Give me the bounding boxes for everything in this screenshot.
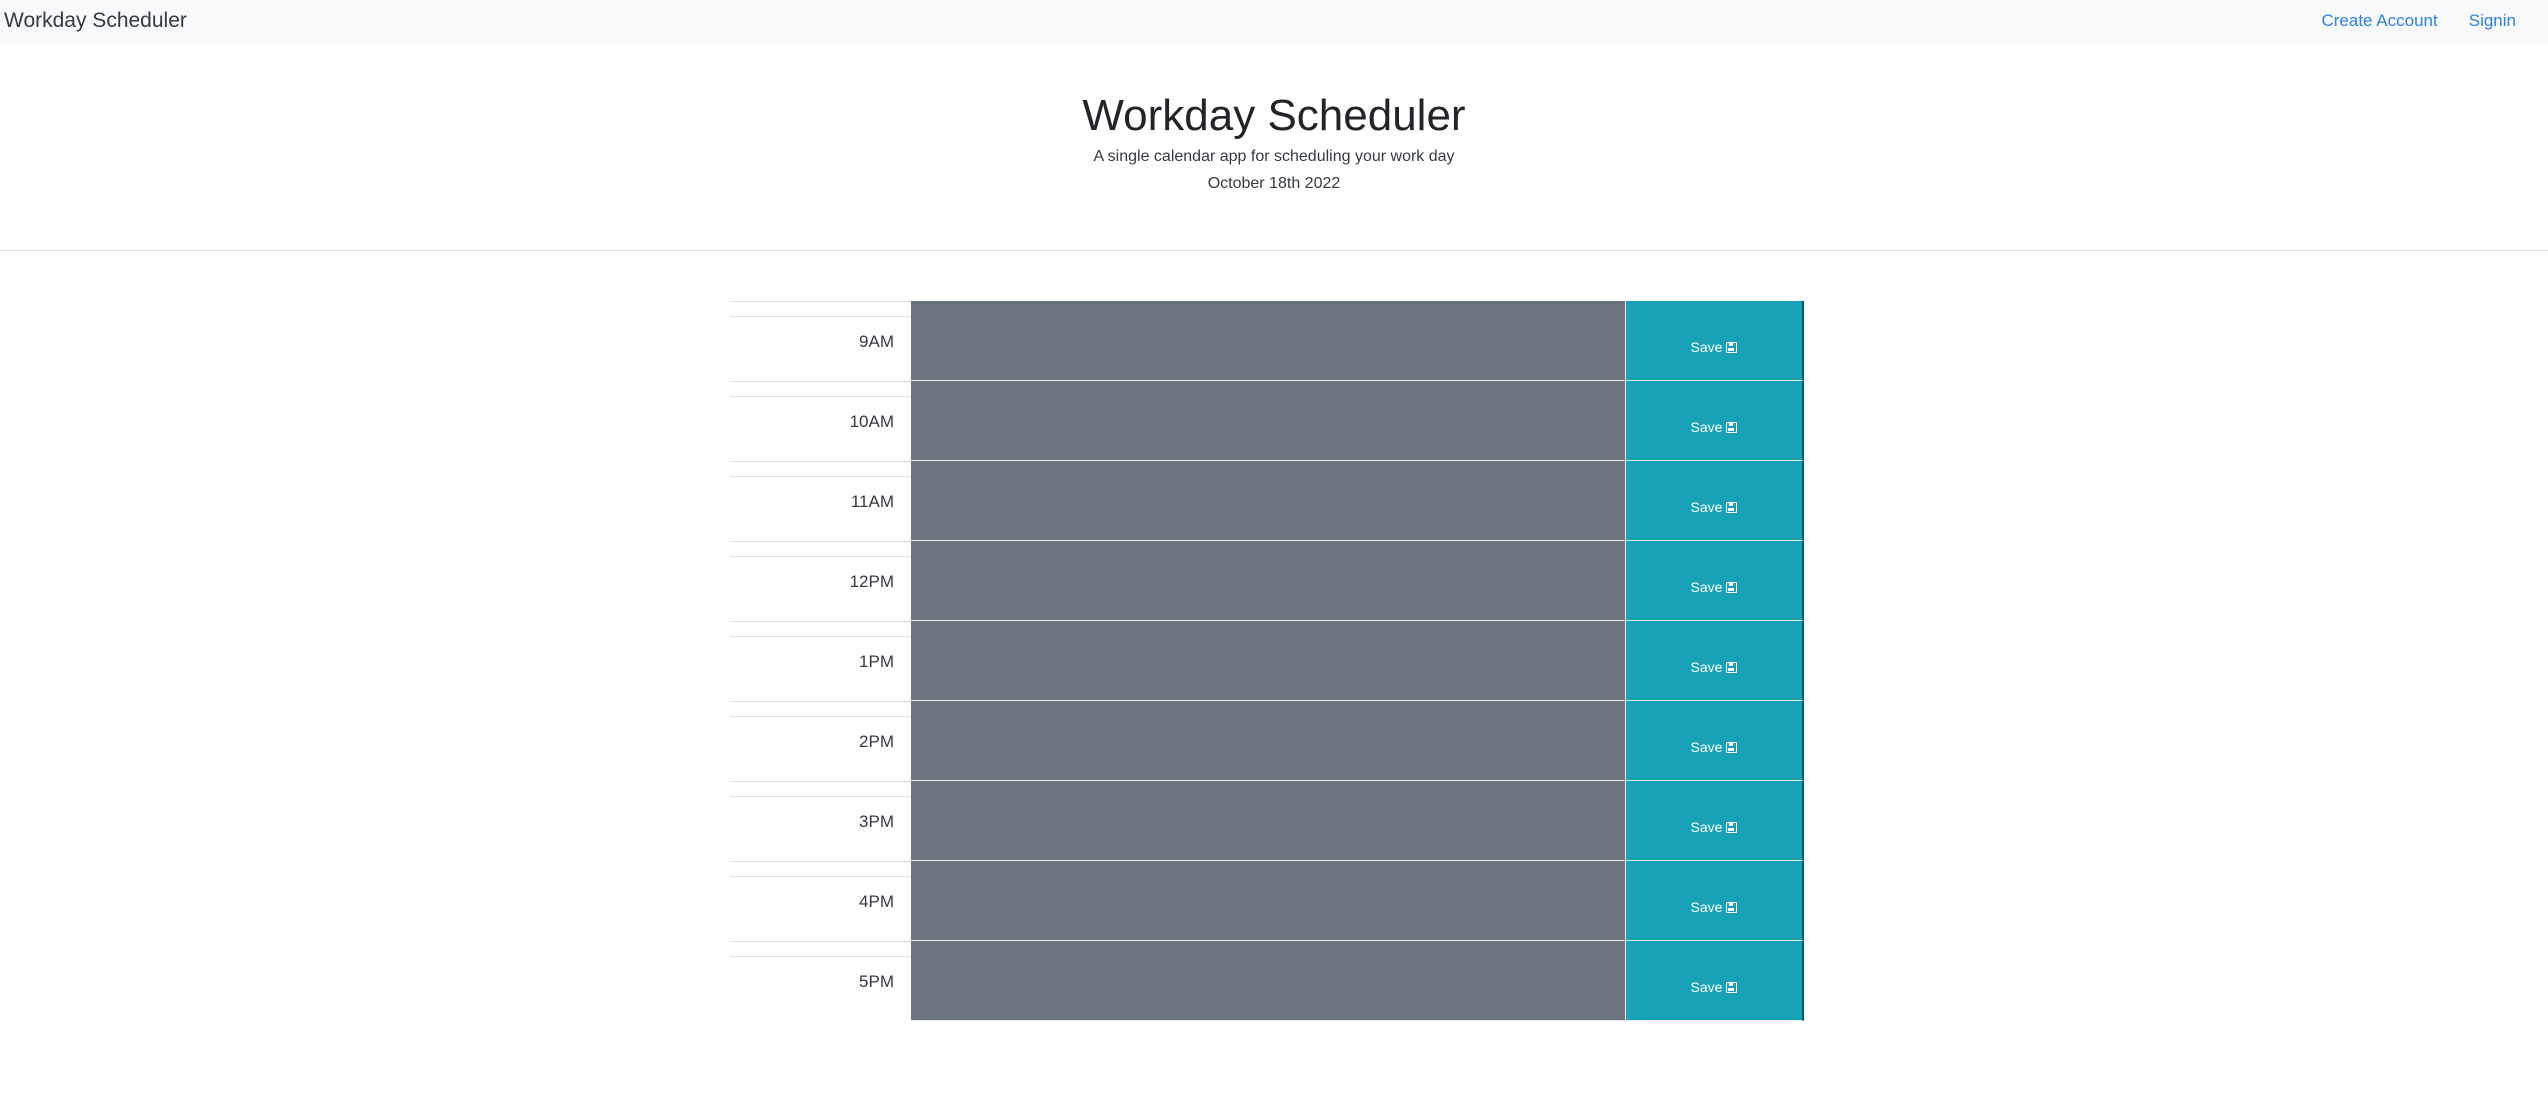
hour-cell: 4PM <box>730 861 911 941</box>
time-block-row: 10AM Save <box>730 381 1804 461</box>
floppy-disk-icon <box>1726 422 1738 433</box>
navbar-brand[interactable]: Workday Scheduler <box>4 9 187 33</box>
scheduler: 9AM Save 10AM Save 11AM Save 12PM Save 1… <box>730 301 1804 1021</box>
save-button[interactable]: Save <box>1625 461 1804 541</box>
floppy-disk-icon <box>1726 822 1738 833</box>
floppy-disk-icon <box>1726 982 1738 993</box>
page-subtitle: A single calendar app for scheduling you… <box>1093 148 1455 165</box>
hour-cell: 2PM <box>730 701 911 781</box>
floppy-disk-icon <box>1726 502 1738 513</box>
save-label: Save <box>1690 819 1723 835</box>
hour-cell: 10AM <box>730 381 911 461</box>
time-block-row: 5PM Save <box>730 941 1804 1021</box>
save-button[interactable]: Save <box>1625 781 1804 861</box>
save-label: Save <box>1690 499 1723 515</box>
page-title: Workday Scheduler <box>1082 91 1466 140</box>
description-textarea[interactable] <box>911 301 1625 381</box>
hour-label: 10AM <box>849 412 894 431</box>
description-textarea[interactable] <box>911 861 1625 941</box>
description-textarea[interactable] <box>911 541 1625 621</box>
floppy-disk-icon <box>1726 662 1738 673</box>
hour-label: 5PM <box>859 972 894 991</box>
current-date: October 18th 2022 <box>1207 175 1341 192</box>
save-label: Save <box>1690 659 1723 675</box>
description-textarea[interactable] <box>911 621 1625 701</box>
save-button[interactable]: Save <box>1625 701 1804 781</box>
time-block-row: 4PM Save <box>730 861 1804 941</box>
hour-label: 1PM <box>859 652 894 671</box>
hour-cell: 12PM <box>730 541 911 621</box>
hour-cell: 9AM <box>730 301 911 381</box>
save-label: Save <box>1690 339 1723 355</box>
save-label: Save <box>1690 979 1723 995</box>
create-account-link[interactable]: Create Account <box>2321 11 2437 31</box>
save-button[interactable]: Save <box>1625 861 1804 941</box>
page-header: Workday Scheduler A single calendar app … <box>0 45 2548 251</box>
save-button[interactable]: Save <box>1625 621 1804 701</box>
hour-cell: 5PM <box>730 941 911 1021</box>
signin-link[interactable]: Signin <box>2469 11 2516 31</box>
save-button[interactable]: Save <box>1625 541 1804 621</box>
description-textarea[interactable] <box>911 781 1625 861</box>
hour-label: 4PM <box>859 892 894 911</box>
save-label: Save <box>1690 419 1723 435</box>
navbar: Workday Scheduler Create Account Signin <box>0 0 2548 45</box>
hour-cell: 11AM <box>730 461 911 541</box>
save-button[interactable]: Save <box>1625 941 1804 1021</box>
hour-label: 12PM <box>849 572 894 591</box>
description-textarea[interactable] <box>911 941 1625 1021</box>
description-textarea[interactable] <box>911 701 1625 781</box>
hour-label: 11AM <box>850 492 894 511</box>
time-block-row: 9AM Save <box>730 301 1804 381</box>
floppy-disk-icon <box>1726 902 1738 913</box>
hour-label: 9AM <box>859 332 894 351</box>
time-block-row: 3PM Save <box>730 781 1804 861</box>
description-textarea[interactable] <box>911 381 1625 461</box>
save-label: Save <box>1690 739 1723 755</box>
floppy-disk-icon <box>1726 742 1738 753</box>
save-label: Save <box>1690 899 1723 915</box>
hour-label: 3PM <box>859 812 894 831</box>
time-block-row: 2PM Save <box>730 701 1804 781</box>
hour-cell: 3PM <box>730 781 911 861</box>
time-block-row: 11AM Save <box>730 461 1804 541</box>
save-label: Save <box>1690 579 1723 595</box>
floppy-disk-icon <box>1726 342 1738 353</box>
hour-label: 2PM <box>859 732 894 751</box>
nav-links: Create Account Signin <box>2321 11 2516 31</box>
floppy-disk-icon <box>1726 582 1738 593</box>
time-block-row: 12PM Save <box>730 541 1804 621</box>
description-textarea[interactable] <box>911 461 1625 541</box>
save-button[interactable]: Save <box>1625 381 1804 461</box>
hour-cell: 1PM <box>730 621 911 701</box>
time-block-row: 1PM Save <box>730 621 1804 701</box>
save-button[interactable]: Save <box>1625 301 1804 381</box>
